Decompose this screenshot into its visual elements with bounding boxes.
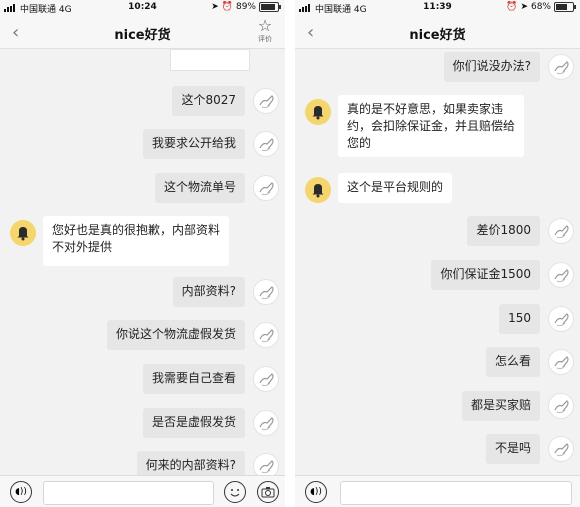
user-avatar[interactable] (253, 366, 279, 392)
user-message-bubble[interactable]: 是否是虚假发货 (142, 408, 245, 438)
service-message-bubble[interactable]: 真的是不好意思，如果卖家违 约，会扣除保证金，并且赔偿给 您的 (338, 95, 525, 157)
service-avatar[interactable] (305, 99, 331, 125)
user-message-bubble[interactable]: 差价1800 (467, 216, 540, 246)
user-message-bubble[interactable]: 何来的内部资料? (136, 451, 245, 475)
nav-bar: ‹ nice好货 ☆ 评价 (0, 16, 285, 49)
emoji-button[interactable] (224, 481, 246, 503)
user-avatar[interactable] (253, 131, 279, 157)
user-message-bubble[interactable]: 我需要自己查看 (142, 364, 245, 394)
user-avatar[interactable] (253, 410, 279, 436)
service-avatar[interactable] (305, 177, 331, 203)
user-avatar[interactable] (548, 349, 574, 375)
voice-button[interactable]: ◖)) (10, 481, 32, 503)
bell-icon (312, 106, 324, 120)
user-avatar[interactable] (548, 393, 574, 419)
left-phone-screen: 中国联通 4G 10:24 ➤ ⏰ 89% ‹ nice好货 ☆ 评价 这个80… (0, 0, 285, 507)
location-icon: ➤ (211, 2, 219, 12)
rate-button[interactable]: ☆ 评价 (253, 16, 277, 44)
user-message-bubble[interactable]: 这个8027 (172, 86, 245, 116)
chat-area[interactable]: 你们说没办法? 真的是不好意思，如果卖家违 约，会扣除保证金，并且赔偿给 您的这个… (295, 49, 580, 475)
user-avatar[interactable] (548, 262, 574, 288)
screenshot-stage: 中国联通 4G 10:24 ➤ ⏰ 89% ‹ nice好货 ☆ 评价 这个80… (0, 0, 580, 507)
user-avatar[interactable] (548, 218, 574, 244)
service-message-bubble[interactable]: 您好也是真的很抱歉，内部资料 不对外提供 (43, 216, 230, 266)
user-message-bubble[interactable]: 你们保证金1500 (431, 260, 540, 290)
right-phone-screen: 中国联通 4G 11:39 ⏰ ➤ 68% ‹ nice好货 你们说没办法? 真的… (295, 0, 580, 507)
service-message-bubble[interactable]: 这个是平台规则的 (338, 173, 453, 203)
image-message-thumbnail[interactable] (170, 49, 250, 71)
battery-icon (554, 2, 576, 12)
user-message-bubble[interactable]: 150 (499, 304, 540, 334)
user-message-bubble[interactable]: 都是买家赔 (461, 391, 540, 421)
user-message-bubble[interactable]: 你说这个物流虚假发货 (106, 320, 245, 350)
user-message-bubble[interactable]: 怎么看 (485, 347, 540, 377)
rate-label: 评价 (258, 35, 272, 43)
voice-button[interactable]: ◖)) (305, 481, 327, 503)
user-avatar[interactable] (253, 453, 279, 475)
user-avatar[interactable] (548, 436, 574, 462)
user-message-bubble[interactable]: 我要求公开给我 (142, 129, 245, 159)
nav-bar: ‹ nice好货 (295, 16, 580, 49)
user-message-bubble[interactable]: 不是吗 (485, 434, 540, 464)
user-message-bubble[interactable]: 你们说没办法? (443, 52, 540, 82)
alarm-icon: ⏰ (221, 2, 233, 12)
user-avatar[interactable] (253, 322, 279, 348)
service-avatar[interactable] (10, 220, 36, 246)
status-bar: 中国联通 4G 10:24 ➤ ⏰ 89% (0, 0, 285, 16)
message-input[interactable] (43, 481, 214, 505)
input-bar: ◖)) (0, 475, 285, 507)
page-title: nice好货 (409, 28, 466, 43)
alarm-icon: ⏰ (506, 2, 518, 12)
bell-icon (312, 184, 324, 198)
battery-percent: 68% (530, 2, 551, 12)
user-avatar[interactable] (253, 279, 279, 305)
user-message-bubble[interactable]: 内部资料? (172, 277, 245, 307)
status-bar: 中国联通 4G 11:39 ⏰ ➤ 68% (295, 0, 580, 16)
camera-button[interactable] (257, 481, 279, 503)
user-avatar[interactable] (253, 175, 279, 201)
location-icon: ➤ (520, 2, 528, 12)
star-icon: ☆ (257, 16, 273, 35)
input-bar: ◖)) (295, 475, 580, 507)
chat-area[interactable]: 这个8027 我要求公开给我这个物流单号您好也是真的很抱歉，内部资料 不对外提供内… (0, 49, 285, 475)
bell-icon (17, 227, 29, 241)
page-title: nice好货 (114, 28, 171, 43)
message-input[interactable] (340, 481, 572, 505)
battery-percent: 89% (235, 2, 256, 12)
user-message-bubble[interactable]: 这个物流单号 (154, 173, 245, 203)
user-avatar[interactable] (548, 54, 574, 80)
user-avatar[interactable] (253, 88, 279, 114)
user-avatar[interactable] (548, 306, 574, 332)
battery-icon (259, 2, 281, 12)
